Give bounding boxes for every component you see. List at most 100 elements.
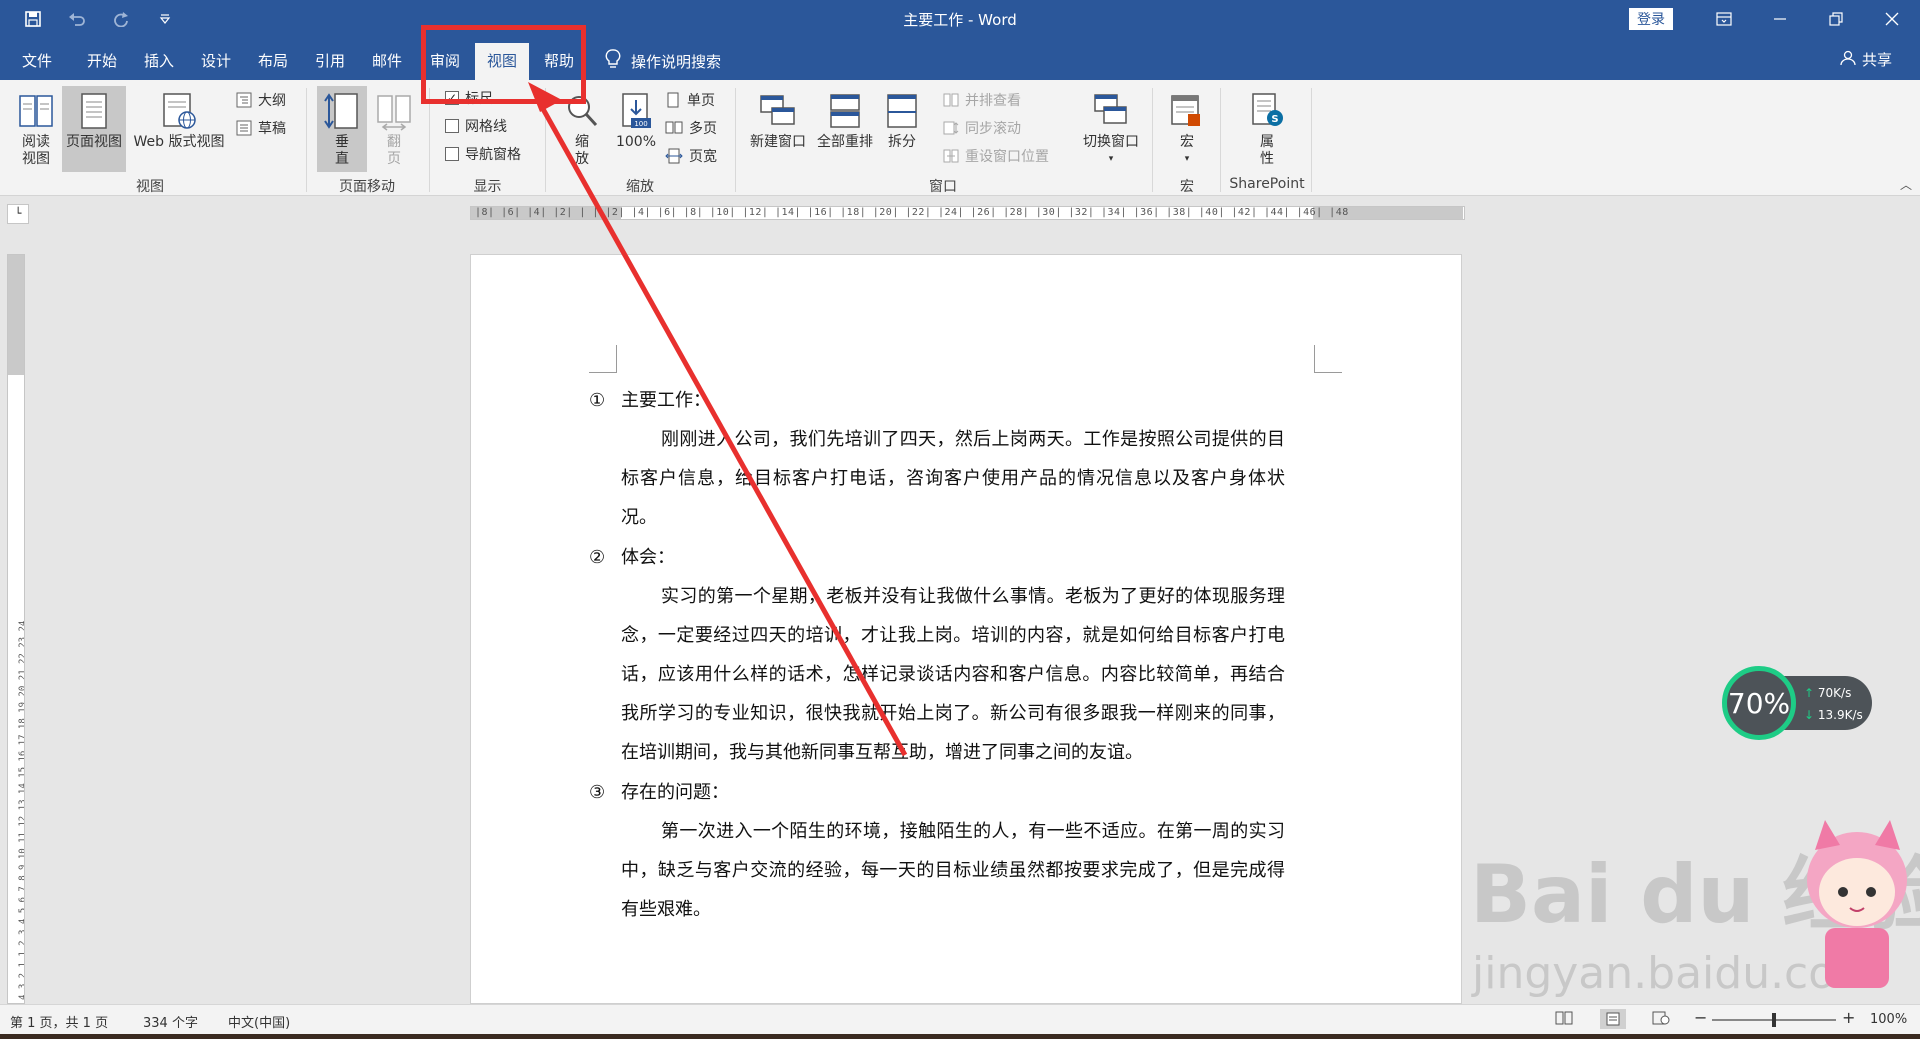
zoom-100-button[interactable]: 100 100% (610, 86, 662, 151)
properties-button[interactable]: S 属 性 (1242, 86, 1292, 168)
zoom-level[interactable]: 100% (1870, 1012, 1907, 1027)
window-controls (1696, 0, 1920, 38)
share-label: 共享 (1861, 51, 1892, 69)
vertical-label: 垂 直 (335, 134, 349, 167)
tab-references[interactable]: 引用 (315, 50, 345, 71)
share-button[interactable]: 共享 (1840, 49, 1892, 70)
web-layout-view-icon[interactable] (1652, 1011, 1670, 1029)
ribbon-display-options-icon[interactable] (1696, 0, 1752, 38)
tab-selector[interactable]: └ (7, 204, 29, 224)
gridlines-label: 网格线 (465, 119, 507, 135)
reset-position-label: 重设窗口位置 (965, 149, 1049, 165)
arrange-all-button[interactable]: 全部重排 (812, 86, 878, 151)
group-separator (735, 88, 736, 192)
network-speed-widget[interactable]: ↑ 70K/s ↓ 13.9K/s 70% (1722, 666, 1872, 740)
one-page-icon (667, 92, 679, 108)
draft-label: 草稿 (258, 121, 286, 137)
zoom-slider[interactable] (1712, 1013, 1836, 1027)
margin-corner-mark (1314, 345, 1342, 373)
zoom-100-label: 100% (615, 134, 657, 150)
document-page[interactable]: ① 主要工作： 刚刚进入公司，我们先培训了四天，然后上岗两天。工作是按照公司提供… (470, 254, 1462, 1004)
web-layout-button[interactable]: Web 版式视图 (128, 86, 230, 151)
new-window-button[interactable]: 新建窗口 (745, 86, 811, 151)
chevron-down-icon: ▾ (1184, 154, 1190, 164)
upload-arrow-icon: ↑ (1804, 686, 1815, 700)
horizontal-ruler[interactable]: |8| |6| |4| |2| | | |2| |4| |6| |8| |10|… (470, 206, 1465, 220)
page-width-button[interactable]: 页宽 (665, 146, 717, 166)
restore-icon[interactable] (1808, 0, 1864, 38)
gridlines-check-box[interactable] (445, 119, 459, 133)
page-count[interactable]: 第 1 页，共 1 页 (10, 1012, 108, 1031)
login-button[interactable]: 登录 (1629, 8, 1673, 30)
status-bar: 第 1 页，共 1 页 334 个字 中文(中国) − + 100% (0, 1004, 1920, 1034)
tab-layout[interactable]: 布局 (258, 50, 288, 71)
group-separator (1152, 88, 1153, 192)
arrange-all-icon (830, 94, 860, 128)
vertical-button[interactable]: 垂 直 (317, 86, 367, 172)
nav-pane-checkbox[interactable]: 导航窗格 (445, 144, 521, 164)
paragraph: 刚刚进入公司，我们先培训了四天，然后上岗两天。工作是按照公司提供的目标客户信息，… (621, 429, 1285, 529)
draft-button[interactable]: 草稿 (236, 118, 286, 138)
paragraph: 第一次进入一个陌生的环境，接触陌生的人，有一些不适应。在第一周的实习中，缺乏与客… (621, 820, 1285, 921)
arrange-all-label: 全部重排 (817, 134, 873, 150)
gridlines-checkbox[interactable]: 网格线 (445, 116, 507, 136)
lightbulb-icon (605, 49, 621, 73)
multiple-pages-button[interactable]: 多页 (665, 118, 717, 138)
outline-button[interactable]: 大纲 (236, 90, 286, 110)
split-icon (887, 94, 917, 128)
multiple-pages-icon (665, 121, 683, 134)
read-mode-button[interactable]: 阅读 视图 (10, 86, 62, 168)
macros-group-label: 宏 (1180, 179, 1194, 195)
chevron-down-icon: ▾ (1108, 154, 1114, 164)
zoom-out-button[interactable]: − (1694, 1008, 1707, 1027)
sync-scroll-button[interactable]: 同步滚动 (943, 118, 1021, 138)
tab-home[interactable]: 开始 (87, 50, 117, 71)
tab-mailings[interactable]: 邮件 (372, 50, 402, 71)
macros-label: 宏 (1180, 134, 1194, 150)
macros-button[interactable]: 宏 ▾ (1163, 86, 1211, 168)
tell-me-search[interactable]: 操作说明搜索 (605, 49, 721, 73)
switch-windows-icon (1094, 94, 1127, 124)
highlight-box (421, 25, 586, 104)
svg-text:S: S (1271, 114, 1278, 125)
taskbar (0, 1034, 1920, 1039)
tab-file[interactable]: 文件 (22, 50, 52, 71)
view-side-by-side-button[interactable]: 并排查看 (943, 90, 1021, 110)
minimize-icon[interactable] (1752, 0, 1808, 38)
new-window-label: 新建窗口 (750, 134, 806, 150)
tab-design[interactable]: 设计 (201, 50, 231, 71)
language[interactable]: 中文(中国) (228, 1012, 290, 1031)
sync-scroll-label: 同步滚动 (965, 121, 1021, 137)
group-separator (306, 88, 307, 192)
split-button[interactable]: 拆分 (880, 86, 924, 151)
one-page-button[interactable]: 单页 (665, 90, 715, 110)
document-body[interactable]: ① 主要工作： 刚刚进入公司，我们先培训了四天，然后上岗两天。工作是按照公司提供… (589, 381, 1285, 929)
side-to-side-button[interactable]: 翻 页 (370, 86, 418, 168)
outline-icon (236, 92, 252, 108)
reset-position-icon (943, 149, 959, 163)
tab-insert[interactable]: 插入 (144, 50, 174, 71)
print-layout-label: 页面视图 (66, 134, 122, 150)
print-layout-view-icon[interactable] (1600, 1009, 1626, 1029)
reset-window-position-button[interactable]: 重设窗口位置 (943, 146, 1049, 166)
margin-corner-mark (589, 345, 617, 373)
zoom-slider-thumb[interactable] (1772, 1013, 1776, 1027)
collapse-ribbon-icon[interactable]: ︿ (1900, 176, 1912, 193)
side-to-side-icon (377, 95, 411, 131)
print-layout-button[interactable]: 页面视图 (62, 86, 126, 172)
close-icon[interactable] (1864, 0, 1920, 38)
switch-windows-button[interactable]: 切换窗口 ▾ (1078, 86, 1144, 168)
zoom-in-button[interactable]: + (1842, 1008, 1855, 1027)
zoom-100-icon: 100 (622, 93, 651, 128)
read-mode-label: 阅读 视图 (22, 134, 50, 167)
read-mode-view-icon[interactable] (1555, 1011, 1573, 1029)
page-width-label: 页宽 (689, 149, 717, 165)
mascot-image (1807, 820, 1907, 988)
vertical-ruler[interactable]: 4 3 2 1 1 2 3 4 5 6 7 8 9 10 11 12 13 14… (7, 254, 25, 1004)
sync-scroll-icon (943, 121, 959, 135)
word-count[interactable]: 334 个字 (143, 1012, 198, 1031)
one-page-label: 单页 (687, 93, 715, 109)
zoom-group-label: 缩放 (626, 179, 654, 195)
macros-icon (1171, 95, 1200, 126)
nav-pane-check-box[interactable] (445, 147, 459, 161)
